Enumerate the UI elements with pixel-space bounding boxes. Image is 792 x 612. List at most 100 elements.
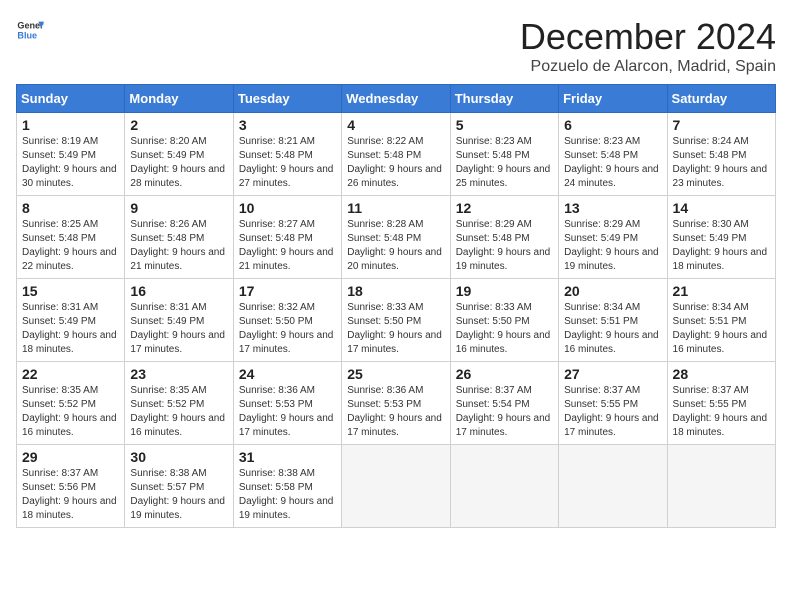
cell-info: Sunrise: 8:23 AMSunset: 5:48 PMDaylight:… (456, 135, 553, 191)
cell-info: Sunrise: 8:37 AMSunset: 5:54 PMDaylight:… (456, 384, 553, 440)
month-title: December 2024 (520, 16, 776, 58)
day-number: 10 (239, 200, 336, 216)
calendar-cell: 28 Sunrise: 8:37 AMSunset: 5:55 PMDaylig… (667, 362, 775, 445)
day-number: 17 (239, 283, 336, 299)
cell-info: Sunrise: 8:26 AMSunset: 5:48 PMDaylight:… (130, 218, 227, 274)
calendar-cell: 29 Sunrise: 8:37 AMSunset: 5:56 PMDaylig… (17, 445, 125, 528)
day-number: 11 (347, 200, 444, 216)
cell-info: Sunrise: 8:34 AMSunset: 5:51 PMDaylight:… (564, 301, 661, 357)
calendar-cell: 5 Sunrise: 8:23 AMSunset: 5:48 PMDayligh… (450, 113, 558, 196)
cell-info: Sunrise: 8:35 AMSunset: 5:52 PMDaylight:… (130, 384, 227, 440)
day-number: 6 (564, 117, 661, 133)
cell-info: Sunrise: 8:30 AMSunset: 5:49 PMDaylight:… (673, 218, 770, 274)
day-number: 18 (347, 283, 444, 299)
title-block: December 2024 Pozuelo de Alarcon, Madrid… (520, 16, 776, 76)
header-day-sunday: Sunday (17, 85, 125, 113)
day-number: 8 (22, 200, 119, 216)
logo-icon: General Blue (16, 16, 44, 44)
location-title: Pozuelo de Alarcon, Madrid, Spain (520, 58, 776, 76)
calendar-cell: 27 Sunrise: 8:37 AMSunset: 5:55 PMDaylig… (559, 362, 667, 445)
calendar-cell: 8 Sunrise: 8:25 AMSunset: 5:48 PMDayligh… (17, 196, 125, 279)
cell-info: Sunrise: 8:28 AMSunset: 5:48 PMDaylight:… (347, 218, 444, 274)
day-number: 9 (130, 200, 227, 216)
calendar-cell: 3 Sunrise: 8:21 AMSunset: 5:48 PMDayligh… (233, 113, 341, 196)
cell-info: Sunrise: 8:29 AMSunset: 5:48 PMDaylight:… (456, 218, 553, 274)
calendar-cell: 2 Sunrise: 8:20 AMSunset: 5:49 PMDayligh… (125, 113, 233, 196)
day-number: 12 (456, 200, 553, 216)
calendar-cell: 19 Sunrise: 8:33 AMSunset: 5:50 PMDaylig… (450, 279, 558, 362)
calendar-cell: 4 Sunrise: 8:22 AMSunset: 5:48 PMDayligh… (342, 113, 450, 196)
calendar-cell: 22 Sunrise: 8:35 AMSunset: 5:52 PMDaylig… (17, 362, 125, 445)
cell-info: Sunrise: 8:36 AMSunset: 5:53 PMDaylight:… (239, 384, 336, 440)
header-day-monday: Monday (125, 85, 233, 113)
calendar-cell: 20 Sunrise: 8:34 AMSunset: 5:51 PMDaylig… (559, 279, 667, 362)
day-number: 15 (22, 283, 119, 299)
cell-info: Sunrise: 8:31 AMSunset: 5:49 PMDaylight:… (22, 301, 119, 357)
calendar-cell: 9 Sunrise: 8:26 AMSunset: 5:48 PMDayligh… (125, 196, 233, 279)
day-number: 26 (456, 366, 553, 382)
week-row-1: 1 Sunrise: 8:19 AMSunset: 5:49 PMDayligh… (17, 113, 776, 196)
cell-info: Sunrise: 8:38 AMSunset: 5:58 PMDaylight:… (239, 467, 336, 523)
header-day-wednesday: Wednesday (342, 85, 450, 113)
calendar-cell: 21 Sunrise: 8:34 AMSunset: 5:51 PMDaylig… (667, 279, 775, 362)
calendar-cell: 7 Sunrise: 8:24 AMSunset: 5:48 PMDayligh… (667, 113, 775, 196)
calendar-cell: 6 Sunrise: 8:23 AMSunset: 5:48 PMDayligh… (559, 113, 667, 196)
header-day-friday: Friday (559, 85, 667, 113)
cell-info: Sunrise: 8:29 AMSunset: 5:49 PMDaylight:… (564, 218, 661, 274)
calendar-cell (559, 445, 667, 528)
cell-info: Sunrise: 8:37 AMSunset: 5:56 PMDaylight:… (22, 467, 119, 523)
day-number: 5 (456, 117, 553, 133)
calendar-table: SundayMondayTuesdayWednesdayThursdayFrid… (16, 84, 776, 528)
calendar-cell: 23 Sunrise: 8:35 AMSunset: 5:52 PMDaylig… (125, 362, 233, 445)
day-number: 7 (673, 117, 770, 133)
cell-info: Sunrise: 8:37 AMSunset: 5:55 PMDaylight:… (673, 384, 770, 440)
header: General Blue December 2024 Pozuelo de Al… (16, 16, 776, 76)
day-number: 23 (130, 366, 227, 382)
cell-info: Sunrise: 8:25 AMSunset: 5:48 PMDaylight:… (22, 218, 119, 274)
cell-info: Sunrise: 8:19 AMSunset: 5:49 PMDaylight:… (22, 135, 119, 191)
calendar-cell (667, 445, 775, 528)
header-day-thursday: Thursday (450, 85, 558, 113)
week-row-2: 8 Sunrise: 8:25 AMSunset: 5:48 PMDayligh… (17, 196, 776, 279)
day-number: 21 (673, 283, 770, 299)
calendar-cell: 18 Sunrise: 8:33 AMSunset: 5:50 PMDaylig… (342, 279, 450, 362)
day-number: 28 (673, 366, 770, 382)
calendar-cell: 31 Sunrise: 8:38 AMSunset: 5:58 PMDaylig… (233, 445, 341, 528)
cell-info: Sunrise: 8:35 AMSunset: 5:52 PMDaylight:… (22, 384, 119, 440)
cell-info: Sunrise: 8:24 AMSunset: 5:48 PMDaylight:… (673, 135, 770, 191)
week-row-4: 22 Sunrise: 8:35 AMSunset: 5:52 PMDaylig… (17, 362, 776, 445)
day-number: 2 (130, 117, 227, 133)
header-day-tuesday: Tuesday (233, 85, 341, 113)
cell-info: Sunrise: 8:22 AMSunset: 5:48 PMDaylight:… (347, 135, 444, 191)
calendar-cell: 25 Sunrise: 8:36 AMSunset: 5:53 PMDaylig… (342, 362, 450, 445)
day-number: 13 (564, 200, 661, 216)
day-number: 25 (347, 366, 444, 382)
calendar-cell: 17 Sunrise: 8:32 AMSunset: 5:50 PMDaylig… (233, 279, 341, 362)
cell-info: Sunrise: 8:27 AMSunset: 5:48 PMDaylight:… (239, 218, 336, 274)
calendar-cell: 26 Sunrise: 8:37 AMSunset: 5:54 PMDaylig… (450, 362, 558, 445)
calendar-cell: 16 Sunrise: 8:31 AMSunset: 5:49 PMDaylig… (125, 279, 233, 362)
day-number: 16 (130, 283, 227, 299)
calendar-cell: 11 Sunrise: 8:28 AMSunset: 5:48 PMDaylig… (342, 196, 450, 279)
cell-info: Sunrise: 8:38 AMSunset: 5:57 PMDaylight:… (130, 467, 227, 523)
week-row-5: 29 Sunrise: 8:37 AMSunset: 5:56 PMDaylig… (17, 445, 776, 528)
cell-info: Sunrise: 8:23 AMSunset: 5:48 PMDaylight:… (564, 135, 661, 191)
calendar-cell: 24 Sunrise: 8:36 AMSunset: 5:53 PMDaylig… (233, 362, 341, 445)
calendar-cell: 14 Sunrise: 8:30 AMSunset: 5:49 PMDaylig… (667, 196, 775, 279)
calendar-cell (342, 445, 450, 528)
day-number: 29 (22, 449, 119, 465)
cell-info: Sunrise: 8:21 AMSunset: 5:48 PMDaylight:… (239, 135, 336, 191)
cell-info: Sunrise: 8:31 AMSunset: 5:49 PMDaylight:… (130, 301, 227, 357)
cell-info: Sunrise: 8:20 AMSunset: 5:49 PMDaylight:… (130, 135, 227, 191)
calendar-cell: 1 Sunrise: 8:19 AMSunset: 5:49 PMDayligh… (17, 113, 125, 196)
cell-info: Sunrise: 8:37 AMSunset: 5:55 PMDaylight:… (564, 384, 661, 440)
week-row-3: 15 Sunrise: 8:31 AMSunset: 5:49 PMDaylig… (17, 279, 776, 362)
day-number: 22 (22, 366, 119, 382)
day-number: 3 (239, 117, 336, 133)
cell-info: Sunrise: 8:33 AMSunset: 5:50 PMDaylight:… (347, 301, 444, 357)
cell-info: Sunrise: 8:33 AMSunset: 5:50 PMDaylight:… (456, 301, 553, 357)
day-number: 20 (564, 283, 661, 299)
calendar-cell: 13 Sunrise: 8:29 AMSunset: 5:49 PMDaylig… (559, 196, 667, 279)
cell-info: Sunrise: 8:32 AMSunset: 5:50 PMDaylight:… (239, 301, 336, 357)
calendar-cell: 10 Sunrise: 8:27 AMSunset: 5:48 PMDaylig… (233, 196, 341, 279)
